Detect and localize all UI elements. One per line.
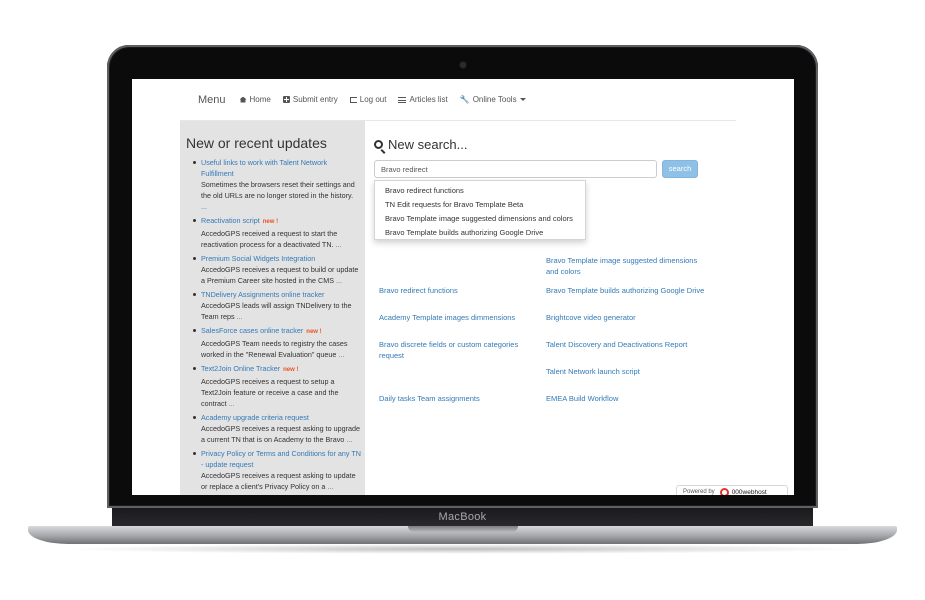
update-description-text: AccedoGPS Team needs to registry the cas… bbox=[201, 339, 348, 359]
sidebar-title: New or recent updates bbox=[186, 135, 327, 151]
nav-submit-entry-label: Submit entry bbox=[292, 95, 338, 104]
camera-icon bbox=[460, 62, 466, 68]
result-link[interactable]: Daily tasks Team assignments bbox=[379, 394, 537, 405]
update-title-link[interactable]: Text2Join Online Tracker bbox=[201, 364, 280, 373]
autocomplete-suggestion[interactable]: Bravo redirect functions bbox=[375, 184, 585, 198]
updates-list: Useful links to work with Talent Network… bbox=[193, 157, 361, 495]
read-more-link[interactable]: ... bbox=[229, 399, 235, 408]
nav-logout-label: Log out bbox=[359, 95, 387, 104]
laptop-notch bbox=[407, 526, 518, 532]
update-description-text: AccedoGPS receives a request to build or… bbox=[201, 265, 359, 285]
update-item: Premium Social Widgets Integration Accedo… bbox=[193, 253, 361, 286]
update-item: Academy upgrade criteria request AccedoGP… bbox=[193, 412, 361, 445]
update-description-text: Sometimes the browsers reset their setti… bbox=[201, 180, 355, 200]
update-title-link[interactable]: Reactivation script bbox=[201, 216, 260, 225]
nav-logout-link[interactable]: Log out bbox=[349, 95, 387, 104]
powered-by-badge[interactable]: Powered by 000webhost bbox=[676, 485, 788, 495]
search-panel: New search... search FulfillmentBravo re… bbox=[365, 121, 794, 495]
chevron-down-icon bbox=[519, 98, 526, 101]
update-title-link[interactable]: Privacy Policy or Terms and Conditions f… bbox=[201, 449, 361, 469]
nav-online-tools-label: Online Tools bbox=[472, 95, 517, 104]
read-more-link[interactable]: ... bbox=[338, 350, 344, 359]
logout-icon bbox=[349, 96, 357, 103]
update-title-link[interactable]: Premium Social Widgets Integration bbox=[201, 254, 315, 263]
nav-submit-entry-link[interactable]: Submit entry bbox=[282, 95, 338, 104]
update-description: AccedoGPS Team needs to registry the cas… bbox=[201, 338, 361, 360]
search-heading-text: New search... bbox=[388, 137, 468, 152]
nav-home-label: Home bbox=[249, 95, 271, 104]
laptop-shadow bbox=[60, 544, 865, 554]
result-link[interactable]: Bravo discrete fields or custom categori… bbox=[379, 340, 524, 361]
top-navbar: Menu Home Submit entry Log out Articles … bbox=[180, 79, 736, 121]
read-more-link[interactable]: ... bbox=[201, 202, 207, 211]
result-link[interactable]: Bravo Template builds authorizing Google… bbox=[546, 286, 711, 297]
update-title-link[interactable]: Academy upgrade criteria request bbox=[201, 413, 309, 422]
nav-home-link[interactable]: Home bbox=[239, 95, 271, 104]
update-title-link[interactable]: SalesForce cases online tracker bbox=[201, 326, 303, 335]
autocomplete-suggestion[interactable]: Bravo Template builds authorizing Google… bbox=[375, 226, 585, 240]
update-item: TNDelivery Assignments online tracker Acc… bbox=[193, 289, 361, 322]
update-title-link[interactable]: Useful links to work with Talent Network… bbox=[201, 158, 327, 178]
search-button[interactable]: search bbox=[662, 160, 698, 178]
result-link[interactable]: Academy Template images dimmensions bbox=[379, 313, 537, 324]
read-more-link[interactable]: ... bbox=[336, 240, 342, 249]
update-description-text: AccedoGPS received a request to start th… bbox=[201, 229, 338, 249]
update-description: AccedoGPS leads will assign TNDelivery t… bbox=[201, 300, 361, 322]
update-description: AccedoGPS received a request to start th… bbox=[201, 228, 361, 250]
update-item: Useful links to work with Talent Network… bbox=[193, 157, 361, 212]
update-description-text: AccedoGPS receives a request to setup a … bbox=[201, 377, 339, 408]
read-more-link[interactable]: ... bbox=[346, 435, 352, 444]
new-badge: new ! bbox=[283, 367, 299, 373]
update-description: Sometimes the browsers reset their setti… bbox=[201, 179, 361, 212]
result-link[interactable]: Bravo Template image suggested dimension… bbox=[546, 256, 711, 277]
update-item: SalesForce cases online tracker new ! Acce… bbox=[193, 325, 361, 360]
host-logo-icon bbox=[719, 487, 729, 495]
update-description: AccedoGPS receives a request to setup a … bbox=[201, 376, 361, 409]
update-description: AccedoGPS receives a request asking to u… bbox=[201, 470, 361, 492]
home-icon bbox=[239, 96, 247, 103]
search-heading: New search... bbox=[374, 137, 467, 152]
result-link[interactable]: EMEA Build Workflow bbox=[546, 394, 711, 405]
host-name: 000webhost bbox=[731, 488, 767, 496]
update-item: Text2Join Online Tracker new ! AccedoGPS r… bbox=[193, 363, 361, 409]
new-badge: new ! bbox=[262, 219, 279, 225]
update-item: Privacy Policy or Terms and Conditions f… bbox=[193, 448, 361, 492]
nav-articles-list-label: Articles list bbox=[409, 95, 448, 104]
nav-online-tools-dropdown[interactable]: 🔧 Online Tools bbox=[460, 95, 526, 104]
plus-square-icon bbox=[282, 96, 290, 103]
nav-articles-list-link[interactable]: Articles list bbox=[398, 95, 448, 104]
new-badge: new ! bbox=[306, 329, 322, 335]
result-link[interactable]: Talent Discovery and Deactivations Repor… bbox=[546, 340, 711, 351]
menu-brand[interactable]: Menu bbox=[198, 94, 226, 106]
autocomplete-suggestion[interactable]: Bravo Template image suggested dimension… bbox=[375, 212, 585, 226]
browser-screen: Menu Home Submit entry Log out Articles … bbox=[132, 79, 794, 495]
update-description: AccedoGPS receives a request to build or… bbox=[201, 264, 361, 286]
device-brand: MacBook bbox=[438, 511, 487, 523]
list-icon bbox=[398, 96, 407, 103]
update-description-text: AccedoGPS leads will assign TNDelivery t… bbox=[201, 301, 352, 321]
update-description: AccedoGPS receives a request asking to u… bbox=[201, 423, 361, 445]
laptop-base bbox=[28, 526, 897, 544]
recent-updates-sidebar: New or recent updates Useful links to wo… bbox=[180, 121, 365, 495]
autocomplete-dropdown: Bravo redirect functions TN Edit requests… bbox=[374, 180, 586, 240]
result-link[interactable]: Bravo redirect functions bbox=[379, 286, 537, 297]
update-item: Reactivation script new ! AccedoGPS receiv… bbox=[193, 215, 361, 250]
update-description-text: AccedoGPS receives a request asking to u… bbox=[201, 424, 361, 444]
update-title-link[interactable]: TNDelivery Assignments online tracker bbox=[201, 290, 324, 299]
result-link[interactable]: Brightcove video generator bbox=[546, 313, 711, 324]
laptop-hinge: MacBook bbox=[112, 508, 813, 528]
powered-by-label: Powered by bbox=[683, 489, 715, 495]
search-input[interactable] bbox=[374, 160, 657, 178]
read-more-link[interactable]: ... bbox=[336, 276, 342, 285]
wrench-icon: 🔧 bbox=[459, 94, 470, 104]
autocomplete-suggestion[interactable]: TN Edit requests for Bravo Template Beta bbox=[375, 198, 585, 212]
read-more-link[interactable]: ... bbox=[327, 482, 333, 491]
read-more-link[interactable]: ... bbox=[237, 312, 243, 321]
search-icon bbox=[374, 140, 383, 149]
result-link[interactable]: Talent Network launch script bbox=[546, 367, 711, 378]
